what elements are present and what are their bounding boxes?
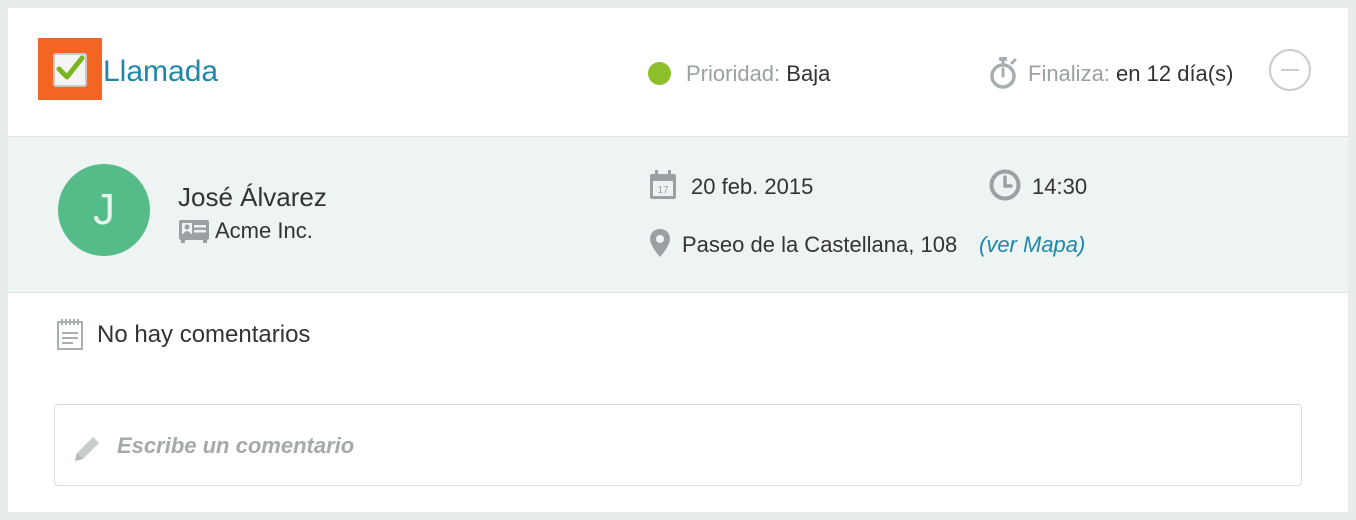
priority-value: Baja [786, 61, 831, 86]
calendar-day-text: 17 [657, 185, 669, 196]
task-title[interactable]: Llamada [103, 52, 218, 92]
view-map-link[interactable]: (ver Mapa) [979, 231, 1085, 259]
calendar-icon: 17 [650, 170, 676, 199]
clock-icon [989, 169, 1021, 201]
comment-box[interactable] [54, 404, 1302, 486]
notepad-icon [57, 319, 83, 350]
minus-circle-icon[interactable] [1269, 49, 1311, 91]
pencil-icon [75, 437, 99, 461]
task-header: Llamada Prioridad: Baja Finaliza: en 12 … [8, 8, 1348, 137]
task-card: Llamada Prioridad: Baja Finaliza: en 12 … [8, 8, 1348, 512]
due-value: en 12 día(s) [1116, 61, 1234, 86]
comment-input[interactable] [115, 425, 1269, 467]
map-pin-icon [650, 229, 670, 257]
priority-label: Prioridad: [686, 61, 781, 86]
due-label: Finaliza: [1028, 61, 1110, 86]
checkbox-checked-icon [53, 53, 87, 87]
complete-checkbox[interactable] [38, 38, 102, 100]
no-comments-text: No hay comentarios [97, 321, 311, 348]
contact-info-panel: J José Álvarez Acme Inc. 17 20 feb. 2015… [8, 137, 1348, 293]
stopwatch-icon [990, 57, 1017, 89]
id-card-icon [179, 220, 209, 243]
priority-indicator [648, 62, 671, 85]
event-date: 20 feb. 2015 [691, 174, 814, 199]
event-time: 14:30 [1032, 174, 1088, 199]
contact-company: Acme Inc. [215, 218, 313, 243]
event-address: Paseo de la Castellana, 108 [682, 232, 958, 257]
priority: Prioridad: Baja [686, 60, 830, 88]
avatar: J [58, 164, 150, 256]
due: Finaliza: en 12 día(s) [1028, 60, 1233, 88]
contact-name[interactable]: José Álvarez [178, 181, 327, 213]
